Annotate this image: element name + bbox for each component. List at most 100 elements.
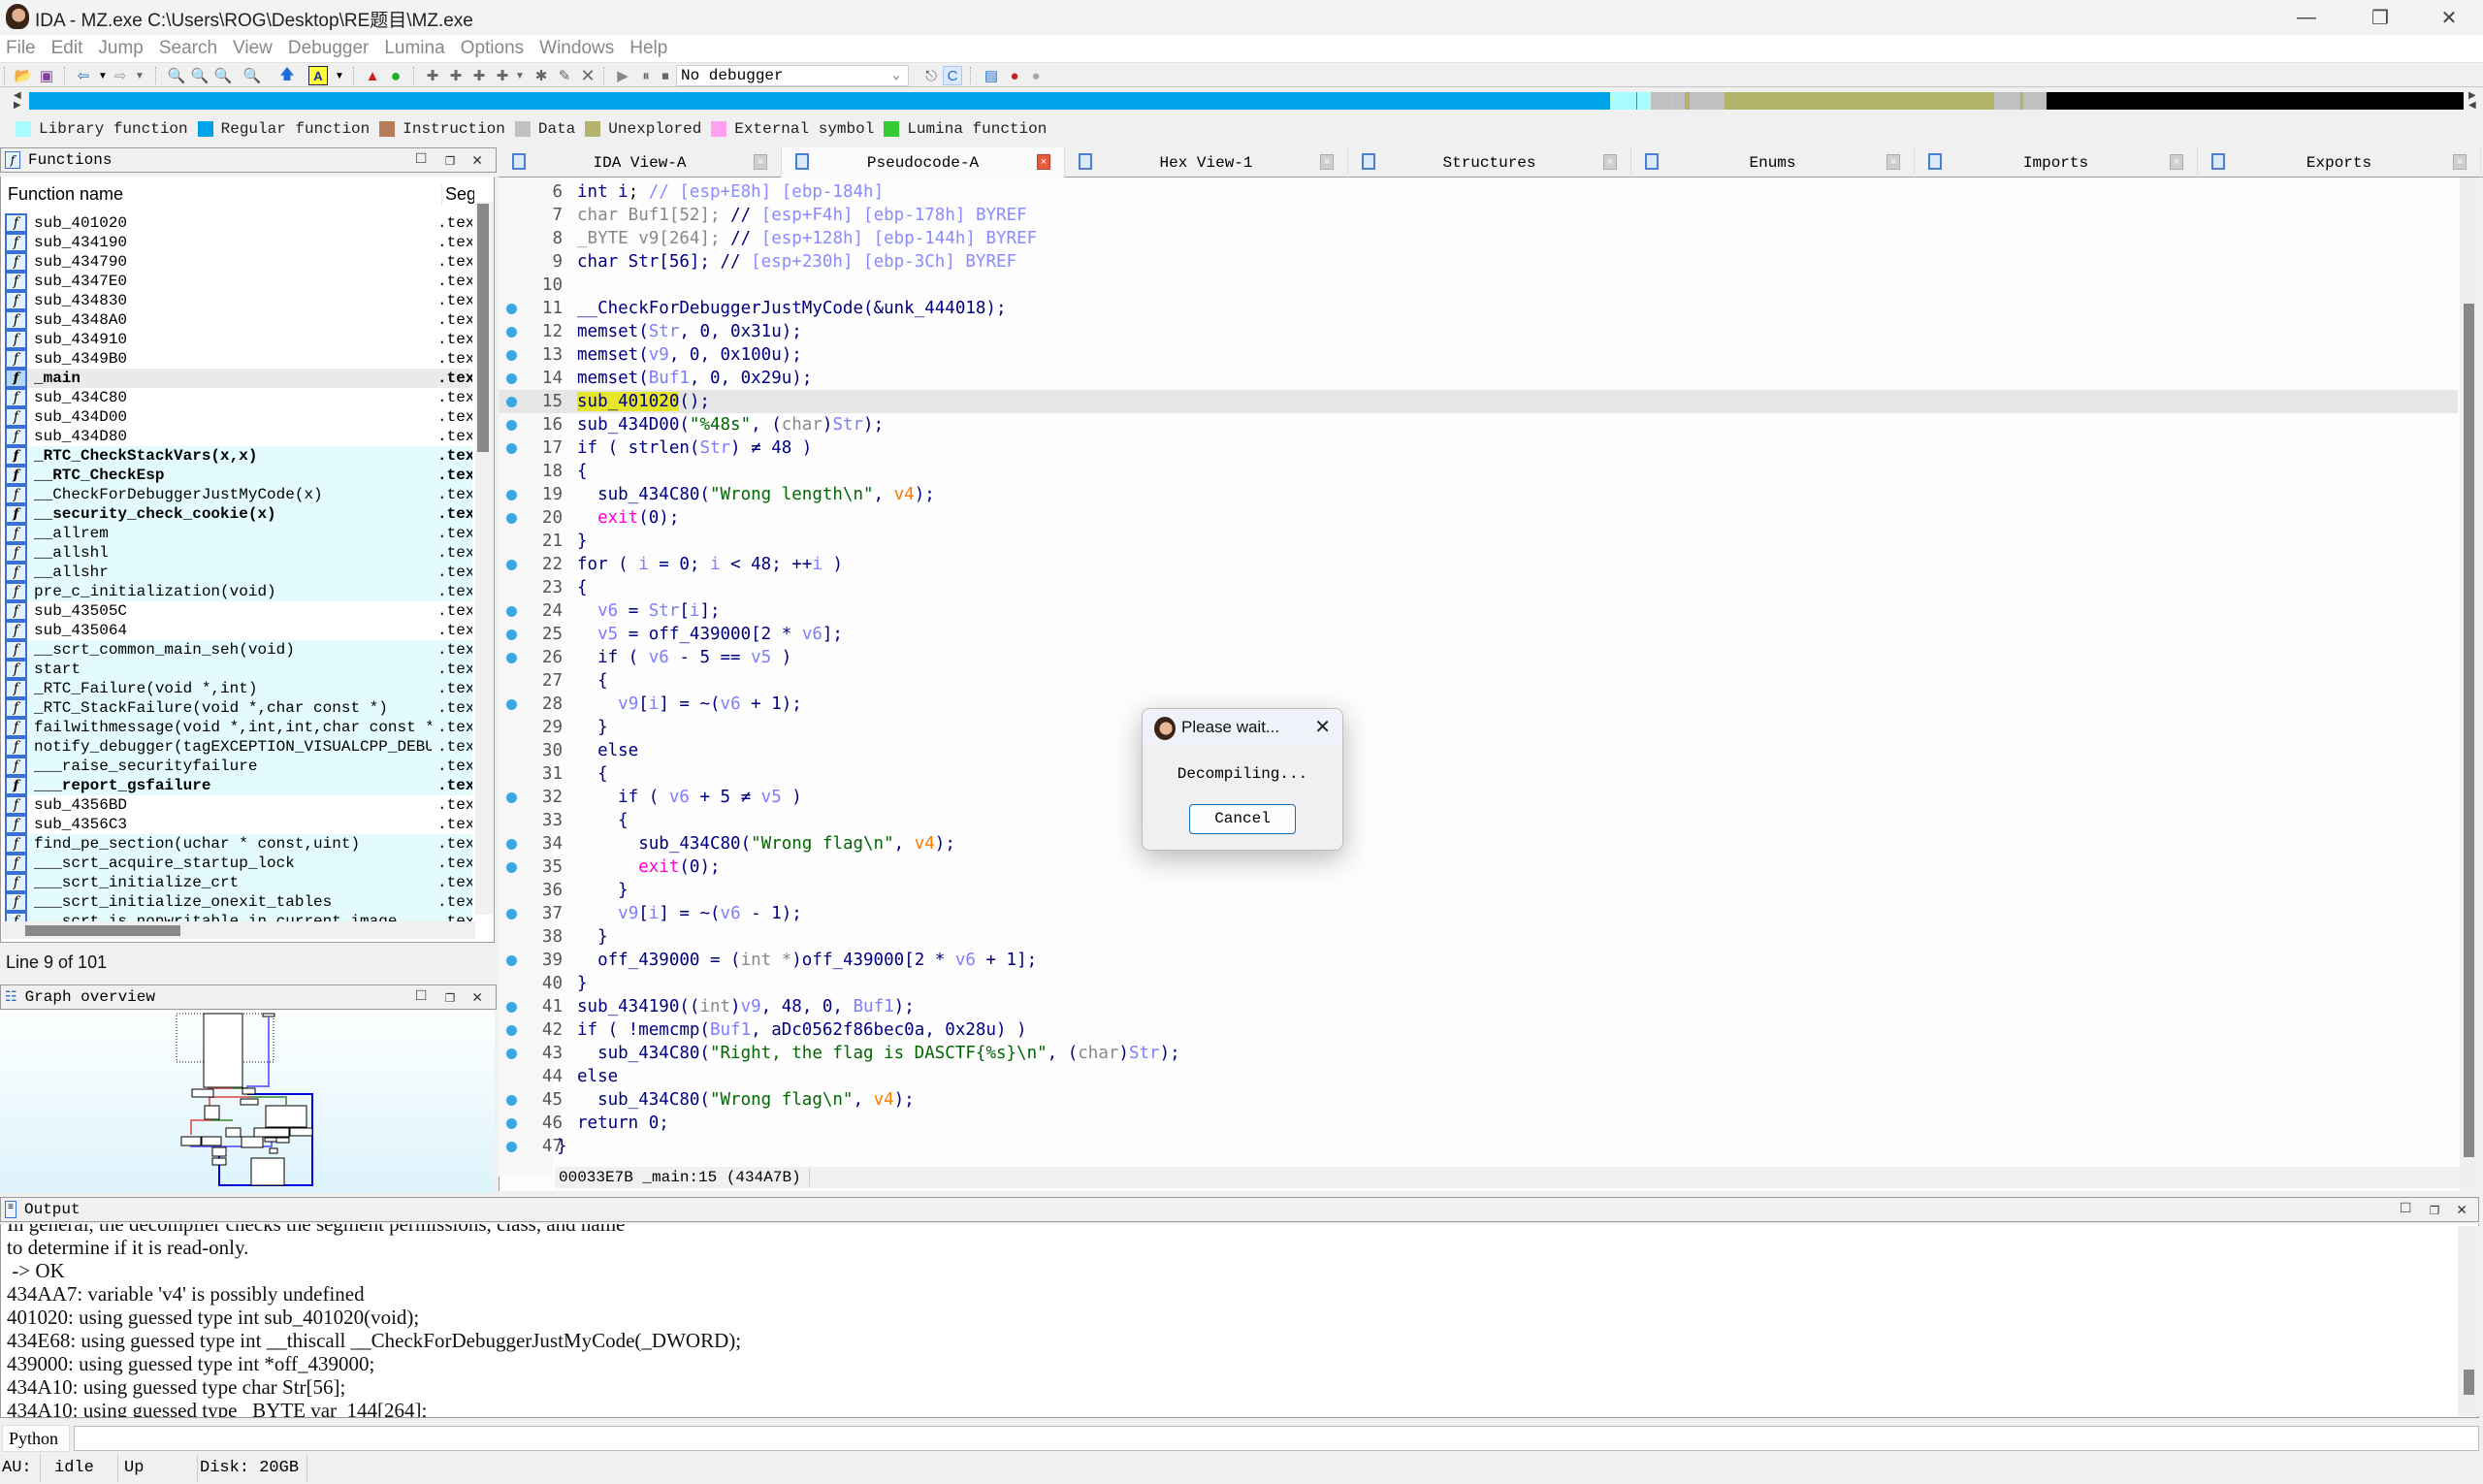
code-line[interactable]: 18 {	[499, 460, 2458, 483]
code-line[interactable]: 23 {	[499, 576, 2458, 599]
function-row[interactable]: f __allshl.text	[5, 543, 472, 563]
menu-options[interactable]: Options	[461, 38, 524, 59]
menu-lumina[interactable]: Lumina	[384, 38, 444, 59]
search-binary-icon[interactable]: 🔍	[213, 66, 233, 85]
code-line[interactable]: 22 for ( i = 0; i < 48; ++i )	[499, 553, 2458, 576]
function-row[interactable]: f sub_434D00 .text	[5, 407, 472, 427]
function-row[interactable]: f sub_434D80 .text	[5, 427, 472, 446]
close-panel-icon[interactable]: ✕	[2457, 1200, 2467, 1220]
tab-ida-view-a[interactable]: IDA View-A ×	[499, 147, 782, 177]
breakpoint-marker-icon[interactable]	[506, 955, 517, 966]
code-line[interactable]: 25 v5 = off_439000[2 * v6];	[499, 623, 2458, 646]
struct-dropdown-icon[interactable]: ▼	[510, 66, 530, 85]
function-row[interactable]: f sub_43505C .text	[5, 601, 472, 621]
function-row[interactable]: f sub_401020 .text	[5, 213, 472, 233]
code-line[interactable]: 39 off_439000 = (int *)off_439000[2 * v6…	[499, 949, 2458, 972]
close-panel-icon[interactable]: ✕	[472, 150, 482, 171]
code-line[interactable]: 19 sub_434C80("Wrong length\n", v4);	[499, 483, 2458, 506]
function-row[interactable]: f sub_4348A0 .text	[5, 310, 472, 330]
search-next-icon[interactable]: 🔍	[242, 66, 262, 85]
nav-segment[interactable]	[1993, 92, 2021, 110]
code-line[interactable]: 42 if ( !memcmp(Buf1, aDc0562f86bec0a, 0x…	[499, 1018, 2458, 1042]
code-line[interactable]: 27 {	[499, 669, 2458, 693]
code-line[interactable]: 40}	[499, 972, 2458, 995]
add-breakpoint-icon[interactable]: ●	[1005, 66, 1024, 85]
code-line[interactable]: 13 memset(v9, 0, 0x100u);	[499, 343, 2458, 367]
menu-debugger[interactable]: Debugger	[288, 38, 369, 59]
delete-breakpoint-icon[interactable]: ●	[1026, 66, 1046, 85]
close-tab-icon[interactable]: ×	[2453, 154, 2467, 170]
back-dropdown-icon[interactable]: ▼	[93, 66, 113, 85]
breakpoint-marker-icon[interactable]	[506, 862, 517, 873]
breakpoint-marker-icon[interactable]	[506, 1142, 517, 1152]
code-line[interactable]: 33 {	[499, 809, 2458, 832]
nav-segment[interactable]	[2023, 92, 2048, 110]
code-line[interactable]: 35 exit(0);	[499, 855, 2458, 879]
undefine-icon[interactable]: ✕	[578, 66, 597, 85]
code-line[interactable]: 43 sub_434C80("Right, the flag is DASCTF…	[499, 1042, 2458, 1065]
pseudocode-vertical-scrollbar[interactable]	[2460, 177, 2479, 1191]
function-row[interactable]: f notify_debugger(tagEXCEPTION_VISUALCPP_…	[5, 737, 472, 757]
breakpoint-marker-icon[interactable]	[506, 397, 517, 407]
nav-segment[interactable]	[29, 92, 1611, 110]
function-row[interactable]: f _RTC_CheckStackVars(x,x).text	[5, 446, 472, 466]
function-row[interactable]: f sub_434790 .text	[5, 252, 472, 272]
search-text-icon[interactable]: 🔍	[190, 66, 210, 85]
code-line[interactable]: 47}	[499, 1135, 2458, 1158]
command-input[interactable]	[74, 1426, 2479, 1451]
breakpoint-marker-icon[interactable]	[506, 490, 517, 500]
float-panel-icon[interactable]: ❐	[2430, 1200, 2439, 1220]
scrollbar-thumb[interactable]	[477, 204, 489, 452]
breakpoint-marker-icon[interactable]	[506, 653, 517, 663]
column-segment[interactable]: Segment	[441, 184, 474, 205]
tab-imports[interactable]: Imports ×	[1915, 147, 2198, 177]
menu-file[interactable]: File	[6, 38, 36, 59]
breakpoint-marker-icon[interactable]	[506, 1095, 517, 1106]
breakpoint-marker-icon[interactable]	[506, 327, 517, 338]
code-line[interactable]: 20 exit(0);	[499, 506, 2458, 530]
code-line[interactable]: 7 char Buf1[52]; // [esp+F4h] [ebp-178h] …	[499, 204, 2458, 227]
code-line[interactable]: 32 if ( v6 + 5 ≠ v5 )	[499, 786, 2458, 809]
breakpoint-marker-icon[interactable]	[506, 699, 517, 710]
nav-segment[interactable]	[1689, 92, 1725, 110]
function-row[interactable]: f sub_4356BD .text	[5, 795, 472, 815]
code-line[interactable]: 24 v6 = Str[i];	[499, 599, 2458, 623]
scrollbar-thumb[interactable]	[2464, 304, 2474, 1157]
jump-up-icon[interactable]: 🡅	[277, 66, 297, 85]
function-row[interactable]: f _RTC_StackFailure(void *,char const *).…	[5, 698, 472, 718]
breakpoint-marker-icon[interactable]	[506, 606, 517, 617]
function-row[interactable]: f __scrt_common_main_seh(void).text	[5, 640, 472, 660]
float-panel-icon[interactable]: ❐	[445, 150, 455, 171]
code-line[interactable]: 12 memset(Str, 0, 0x31u);	[499, 320, 2458, 343]
save-icon[interactable]: ▣	[37, 66, 56, 85]
breakpoint-marker-icon[interactable]	[506, 839, 517, 850]
function-row[interactable]: f ___scrt_initialize_crt .text	[5, 873, 472, 892]
text-color-dropdown-icon[interactable]: ▼	[330, 66, 349, 85]
close-tab-icon[interactable]: ×	[2170, 154, 2183, 170]
function-row[interactable]: f __allrem .text	[5, 524, 472, 543]
code-line[interactable]: 37 v9[i] = ~(v6 - 1);	[499, 902, 2458, 925]
breakpoint-marker-icon[interactable]	[506, 373, 517, 384]
function-row[interactable]: f failwithmessage(void *,int,int,char con…	[5, 718, 472, 737]
code-line[interactable]: 28 v9[i] = ~(v6 + 1);	[499, 693, 2458, 716]
code-line[interactable]: 11 __CheckForDebuggerJustMyCode(&unk_4440…	[499, 297, 2458, 320]
make-array-icon[interactable]: ✱	[532, 66, 551, 85]
breakpoint-marker-icon[interactable]	[506, 1002, 517, 1013]
function-row[interactable]: f ___scrt_initialize_onexit_tables.text	[5, 892, 472, 912]
code-line[interactable]: 30 else	[499, 739, 2458, 762]
function-row[interactable]: f sub_4347E0 .text	[5, 272, 472, 291]
code-line[interactable]: 21}	[499, 530, 2458, 553]
output-log[interactable]: In general, the decompiler checks the se…	[0, 1224, 2479, 1418]
code-line[interactable]: 10	[499, 274, 2458, 297]
close-tab-icon[interactable]: ×	[754, 154, 767, 170]
float-panel-icon[interactable]: ❐	[445, 987, 455, 1008]
breakpoint-marker-icon[interactable]	[506, 420, 517, 431]
function-row[interactable]: f sub_4349B0 .text	[5, 349, 472, 369]
code-line[interactable]: 38 }	[499, 925, 2458, 949]
functions-vertical-scrollbar[interactable]	[475, 202, 493, 915]
breakpoint-marker-icon[interactable]	[506, 304, 517, 314]
menu-search[interactable]: Search	[159, 38, 217, 59]
python-language-button[interactable]: Python	[2, 1425, 70, 1452]
rename-icon[interactable]: ✎	[555, 66, 574, 85]
close-panel-icon[interactable]: ✕	[472, 987, 482, 1008]
